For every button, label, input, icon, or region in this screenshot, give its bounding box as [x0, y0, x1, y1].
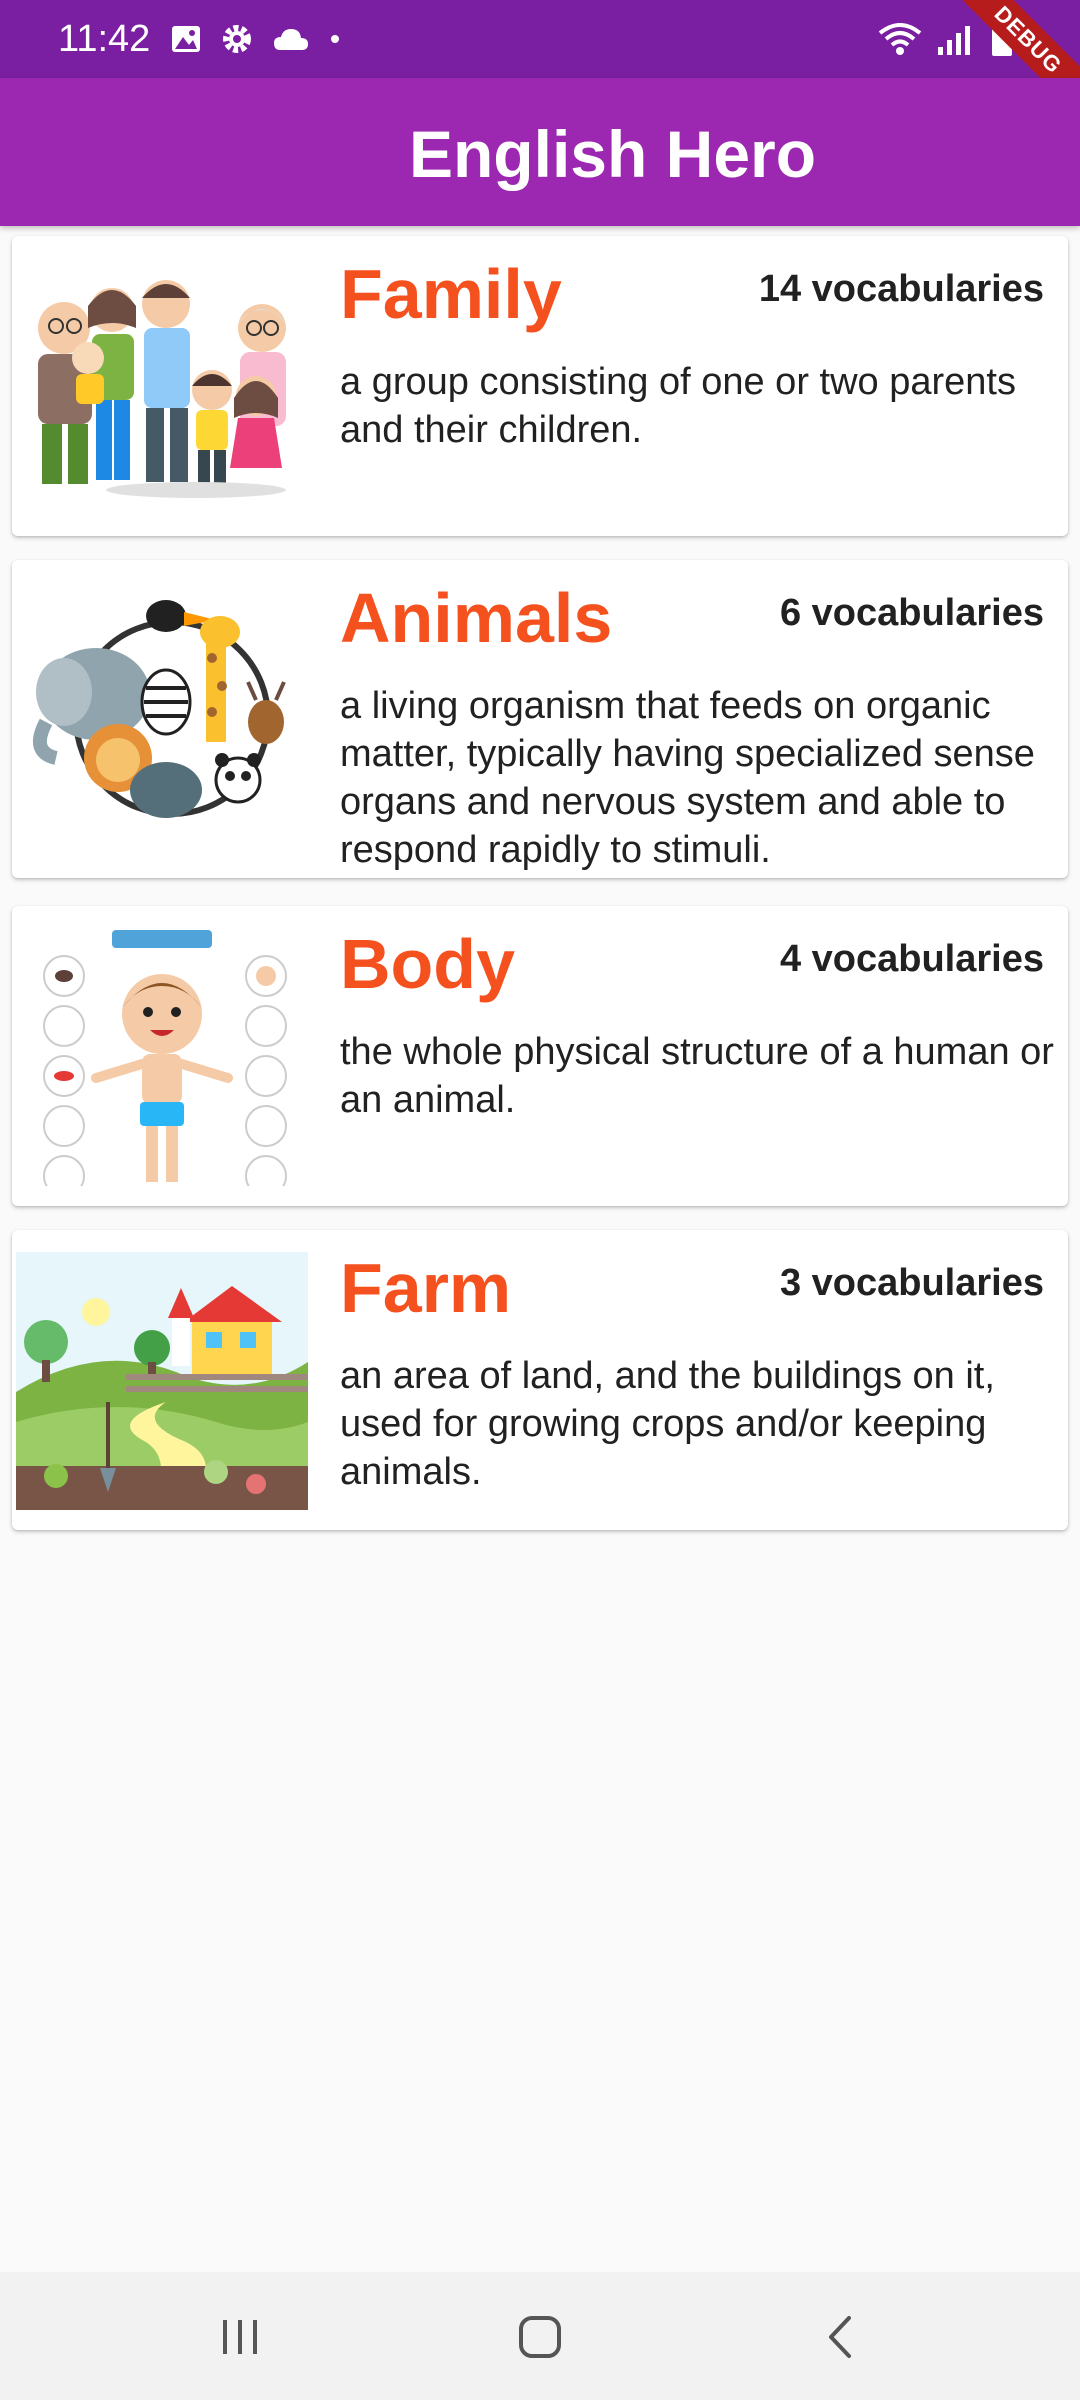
- app-bar: English Hero: [0, 78, 1080, 226]
- recent-apps-icon: [223, 2320, 257, 2354]
- home-button[interactable]: [505, 2302, 575, 2372]
- topic-title: Body: [340, 925, 515, 1003]
- body-parts-illustration: [43, 930, 287, 1186]
- back-icon: [829, 2316, 851, 2358]
- signal-icon: [938, 26, 970, 55]
- topic-description: an area of land, and the buildings on it…: [340, 1355, 995, 1493]
- topic-card-farm[interactable]: Farm 3 vocabularies an area of land, and…: [12, 1230, 1068, 1530]
- topic-title: Family: [340, 255, 562, 333]
- topic-description: a group consisting of one or two parents…: [340, 361, 1016, 451]
- family-illustration: [38, 280, 286, 498]
- dot-icon: [331, 35, 339, 43]
- topic-card-body[interactable]: Body 4 vocabularies the whole physical s…: [12, 906, 1068, 1206]
- image-icon: [172, 26, 200, 52]
- vocabulary-count: 4 vocabularies: [779, 938, 1044, 980]
- cloud-icon: [274, 29, 308, 50]
- topic-title: Farm: [340, 1249, 512, 1327]
- status-bar: 11:42 DEBUG: [0, 0, 1080, 124]
- recent-apps-button[interactable]: [205, 2302, 275, 2372]
- farm-illustration: [16, 1252, 308, 1510]
- topic-card-family[interactable]: Family 14 vocabularies a group consistin…: [12, 236, 1068, 536]
- vocabulary-count: 6 vocabularies: [779, 592, 1044, 634]
- topic-card-animals[interactable]: Animals 6 vocabularies a living organism…: [12, 560, 1068, 878]
- system-navigation-bar: [0, 2272, 1080, 2400]
- home-icon: [519, 2316, 561, 2358]
- topic-title: Animals: [340, 579, 613, 657]
- wifi-icon: [878, 23, 922, 55]
- back-button[interactable]: [807, 2302, 877, 2372]
- settings-gear-icon: [223, 25, 251, 53]
- app-title: English Hero: [408, 117, 817, 191]
- vocabulary-count: 14 vocabularies: [758, 268, 1044, 310]
- status-time: 11:42: [58, 18, 151, 60]
- topic-description: the whole physical structure of a human …: [340, 1031, 1054, 1121]
- topic-description: a living organism that feeds on organic …: [340, 685, 1035, 871]
- animals-illustration: [32, 600, 286, 818]
- vocabulary-count: 3 vocabularies: [779, 1262, 1044, 1304]
